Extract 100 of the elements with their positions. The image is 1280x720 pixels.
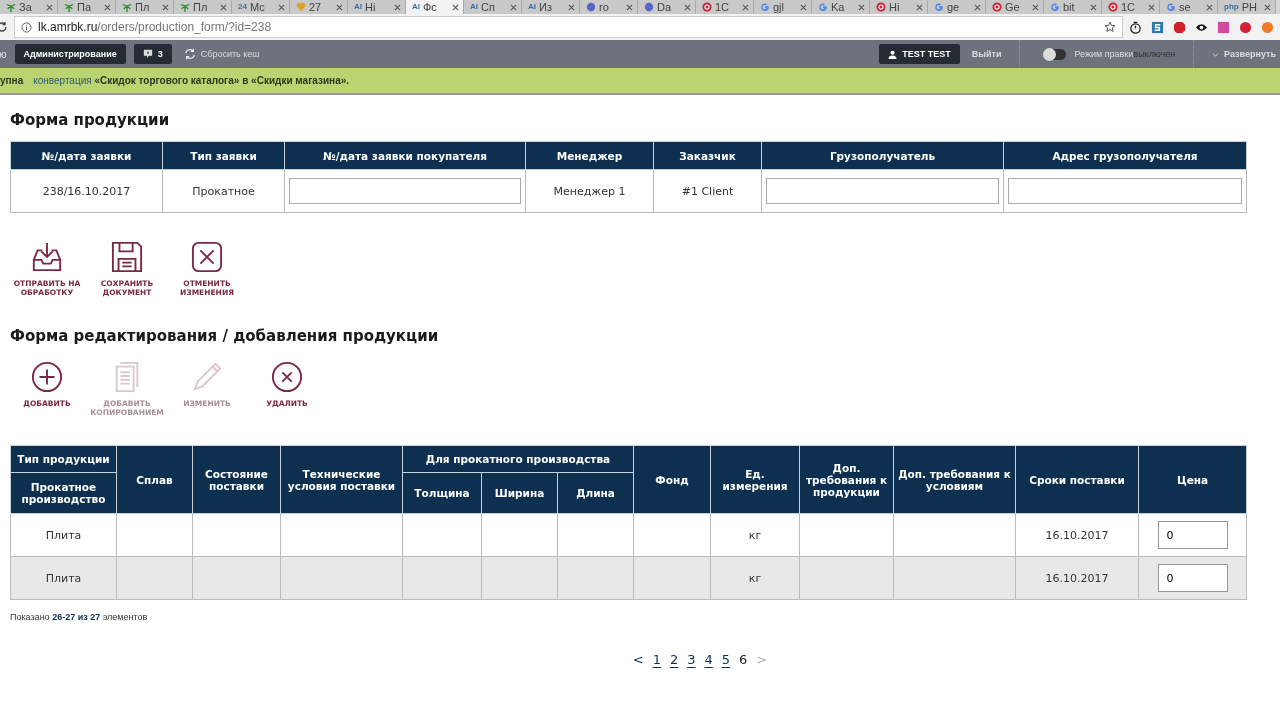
close-icon[interactable] [336, 3, 343, 11]
tab-title: За [19, 1, 33, 13]
tab-title: 27 [309, 1, 323, 13]
pencil-icon [191, 361, 223, 393]
table-cell: 16.10.2017 [1045, 528, 1109, 542]
previous-page-link[interactable]: < [632, 652, 644, 667]
section-title: Форма редактирования / добавления продукции [10, 327, 440, 345]
favicon-icon: AI [470, 2, 478, 12]
page-link[interactable]: 4 [704, 652, 713, 667]
price-field[interactable]: 0 [1157, 564, 1228, 592]
close-icon[interactable] [394, 3, 401, 11]
browser-tab[interactable]: se [1160, 0, 1218, 14]
close-icon[interactable] [1148, 3, 1155, 11]
close-icon [191, 241, 223, 273]
browser-tab[interactable]: Da [638, 0, 696, 14]
circle-icon [992, 2, 1002, 12]
page-link[interactable]: 1 [652, 652, 661, 667]
browser-tab[interactable]: bit [1044, 0, 1102, 14]
close-icon[interactable] [858, 3, 865, 11]
user-button[interactable]: TEST TEST [879, 44, 960, 64]
input-field[interactable] [766, 178, 999, 204]
notice-text: упна [0, 75, 24, 86]
close-icon[interactable] [916, 3, 923, 11]
page-link[interactable]: 5 [721, 652, 731, 667]
close-icon[interactable] [1090, 3, 1097, 11]
page-link[interactable]: 6 [739, 652, 748, 667]
chevron-down-icon [1212, 50, 1220, 58]
refresh-icon [183, 48, 196, 60]
address-field[interactable]: lk.amrbk.ru/orders/production_form/?id=238 [14, 16, 1123, 38]
close-icon[interactable] [1032, 3, 1039, 11]
browser-tab[interactable]: ge [928, 0, 986, 14]
palm-icon [122, 2, 132, 12]
browser-tab[interactable]: AI Фс [406, 0, 464, 14]
browser-tab[interactable]: 27 [290, 0, 348, 14]
table-cell: Плита [45, 571, 82, 585]
menu-link[interactable]: ю [0, 48, 7, 60]
g-icon [1050, 2, 1060, 12]
close-icon[interactable] [800, 3, 807, 11]
star-icon[interactable] [1104, 21, 1116, 33]
tab-title: Па [77, 1, 93, 13]
page-link[interactable]: 2 [669, 652, 679, 667]
close-icon[interactable] [452, 3, 459, 11]
column-header: Доп. требования к условиям [893, 445, 1016, 514]
browser-tab[interactable]: AI Hi [348, 0, 406, 14]
circle-icon[interactable] [1239, 20, 1252, 34]
conversion-link[interactable]: конвертация [33, 75, 92, 86]
s-icon[interactable] [1151, 20, 1164, 34]
expand-button[interactable]: Развернуть [1208, 44, 1280, 64]
column-header: Для прокатного производства [402, 445, 634, 473]
input-field[interactable] [289, 178, 521, 204]
browser-tab[interactable]: Hi [870, 0, 928, 14]
close-icon[interactable] [1206, 3, 1213, 11]
close-icon[interactable] [220, 3, 227, 11]
browser-tab[interactable]: 1С [1102, 0, 1160, 14]
close-icon[interactable] [510, 3, 517, 11]
close-icon[interactable] [278, 3, 285, 11]
browser-tab[interactable]: Ge [986, 0, 1044, 14]
inbox-download-icon [31, 241, 63, 273]
close-icon[interactable] [684, 3, 691, 11]
browser-tab[interactable]: gjl [754, 0, 812, 14]
admin-button[interactable]: Администрирование [14, 44, 126, 64]
close-icon[interactable] [1264, 3, 1271, 11]
browser-tab[interactable]: го [580, 0, 638, 14]
close-icon[interactable] [162, 3, 169, 11]
browser-tab[interactable]: За [0, 0, 58, 14]
edit-mode-toggle[interactable] [1044, 48, 1067, 60]
page-link[interactable]: 3 [687, 652, 696, 667]
browser-tab[interactable]: Пл [116, 0, 174, 14]
g-icon [1166, 2, 1176, 12]
close-icon[interactable] [104, 3, 111, 11]
browser-tab[interactable]: 1С [696, 0, 754, 14]
browser-tab[interactable]: Ka [812, 0, 870, 14]
column-header: Тип заявки [162, 141, 285, 170]
close-icon[interactable] [568, 3, 575, 11]
close-icon[interactable] [742, 3, 749, 11]
stopwatch-icon[interactable] [1129, 20, 1142, 34]
stop-sign-icon[interactable] [1173, 20, 1186, 34]
browser-tab[interactable]: AI Из [522, 0, 580, 14]
price-field[interactable]: 0 [1157, 521, 1228, 549]
tab-title: Da [657, 1, 673, 13]
column-header: Ед. измерения [710, 445, 800, 514]
messages-button[interactable]: 3 [133, 44, 172, 64]
close-icon[interactable] [626, 3, 633, 11]
browser-tab[interactable]: AI Сп [464, 0, 522, 14]
reset-cache-button[interactable]: Сбросить кеш [179, 44, 264, 64]
table-cell: кг [748, 528, 762, 542]
browser-tab[interactable]: Па [58, 0, 116, 14]
browser-tab[interactable]: php PH [1218, 0, 1276, 14]
tab-title: Фс [423, 1, 438, 13]
column-header: Цена [1138, 445, 1247, 514]
globe-icon [644, 2, 654, 12]
column-header: Менеджер [525, 141, 654, 170]
input-field[interactable] [1008, 178, 1242, 204]
close-icon[interactable] [46, 3, 53, 11]
browser-tab[interactable]: Пл [174, 0, 232, 14]
circle-icon[interactable] [1261, 20, 1274, 34]
tab-title: Сп [481, 1, 496, 13]
palm-icon [64, 2, 74, 12]
close-icon[interactable] [974, 3, 981, 11]
browser-tab[interactable]: 24 Мс [232, 0, 290, 14]
